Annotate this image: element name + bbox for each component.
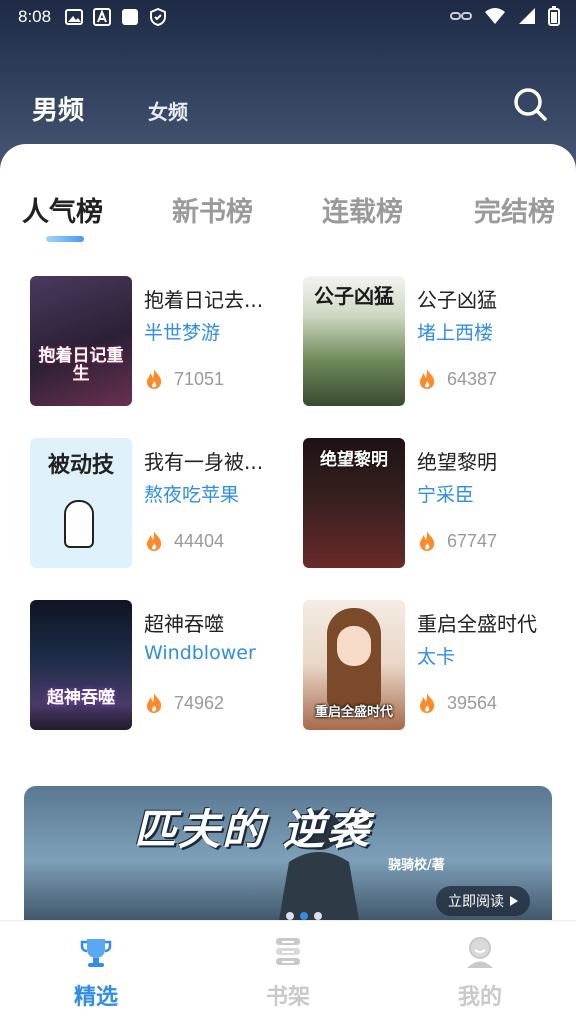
- tab-female[interactable]: 女频: [148, 96, 188, 125]
- heat-count: 71051: [174, 368, 225, 389]
- heat-count: 44404: [174, 530, 225, 551]
- book-author[interactable]: 堵上西楼: [417, 318, 567, 345]
- book-author[interactable]: 熬夜吃苹果: [144, 480, 294, 507]
- carousel-dot[interactable]: [286, 912, 294, 920]
- nav-profile[interactable]: 我的: [440, 935, 520, 1011]
- tab-finished[interactable]: 完结榜: [474, 190, 555, 229]
- book-title: 我有一身被...: [144, 450, 264, 474]
- status-right-group: [450, 6, 560, 26]
- book-author[interactable]: 太卡: [417, 642, 567, 669]
- book-cover[interactable]: 超神吞噬: [30, 600, 132, 730]
- heat-count: 67747: [447, 530, 498, 551]
- read-now-label: 立即阅读: [448, 894, 504, 910]
- book-card[interactable]: 抱着日记重生 抱着日记去... 半世梦游 71051: [30, 274, 300, 406]
- trophy-icon: [80, 939, 112, 967]
- carousel-dot[interactable]: [314, 912, 322, 920]
- book-heat: 71051: [144, 368, 224, 390]
- cover-illustration: [64, 500, 94, 548]
- wifi-icon: [485, 8, 505, 24]
- tab-serial[interactable]: 连载榜: [322, 190, 403, 229]
- tab-popular[interactable]: 人气榜: [22, 190, 103, 229]
- book-author[interactable]: 半世梦游: [144, 318, 294, 345]
- signal-icon: [519, 8, 535, 24]
- fire-icon: [420, 693, 435, 713]
- gallery-icon: [65, 9, 84, 25]
- book-heat: 39564: [417, 692, 497, 714]
- bookshelf-icon: [276, 938, 300, 965]
- fire-icon: [147, 693, 162, 713]
- book-cover[interactable]: 重启全盛时代: [303, 600, 405, 730]
- book-title: 抱着日记去...: [144, 288, 264, 312]
- link-icon: [450, 12, 472, 20]
- book-title: 重启全盛时代: [417, 612, 537, 636]
- book-author[interactable]: 宁采臣: [417, 480, 567, 507]
- nav-bookshelf[interactable]: 书架: [248, 935, 328, 1011]
- fire-icon: [420, 369, 435, 389]
- book-title: 公子凶猛: [417, 288, 497, 312]
- search-icon[interactable]: [512, 86, 548, 122]
- font-icon: [93, 8, 112, 26]
- heat-count: 64387: [447, 368, 498, 389]
- book-author[interactable]: Windblower: [144, 642, 294, 664]
- bottom-nav: 精选 书架 我的: [0, 920, 576, 1024]
- book-heat: 74962: [144, 692, 224, 714]
- cover-illustration-face: [337, 626, 371, 666]
- book-cover[interactable]: 公子凶猛: [303, 276, 405, 406]
- read-now-button[interactable]: 立即阅读: [436, 886, 530, 916]
- tab-indicator: [46, 236, 84, 242]
- book-cover[interactable]: 绝望黎明: [303, 438, 405, 568]
- profile-icon: [467, 937, 493, 968]
- cover-title: 超神吞噬: [47, 688, 115, 709]
- book-card[interactable]: 被动技 我有一身被... 熬夜吃苹果 44404: [30, 436, 300, 568]
- battery-icon: [548, 6, 560, 26]
- cover-title: 抱着日记重生: [38, 346, 124, 385]
- nav-featured-label: 精选: [73, 985, 118, 1010]
- book-cover[interactable]: 被动技: [30, 438, 132, 568]
- nav-bookshelf-label: 书架: [265, 985, 310, 1010]
- book-heat: 44404: [144, 530, 224, 552]
- banner-author: 骁骑校/著: [388, 858, 445, 873]
- book-title: 绝望黎明: [417, 450, 497, 474]
- status-time: 8:08: [18, 7, 52, 26]
- book-card[interactable]: 重启全盛时代 重启全盛时代 太卡 39564: [303, 598, 573, 730]
- status-bar: 8:08: [0, 0, 576, 34]
- book-heat: 64387: [417, 368, 497, 390]
- heat-count: 74962: [174, 692, 225, 713]
- cover-title: 重启全盛时代: [314, 705, 393, 721]
- tab-new[interactable]: 新书榜: [172, 190, 253, 229]
- book-title: 超神吞噬: [144, 612, 224, 636]
- book-card[interactable]: 绝望黎明 绝望黎明 宁采臣 67747: [303, 436, 573, 568]
- fire-icon: [147, 531, 162, 551]
- shield-icon: [150, 8, 167, 26]
- book-card[interactable]: 超神吞噬 超神吞噬 Windblower 74962: [30, 598, 300, 730]
- content-sheet: 人气榜 新书榜 连载榜 完结榜 抱着日记重生 抱着日记去... 半世梦游 710…: [0, 144, 576, 1024]
- book-heat: 67747: [417, 530, 497, 552]
- carousel-dot-active[interactable]: [300, 912, 308, 920]
- cover-title: 绝望黎明: [320, 450, 388, 470]
- tab-male[interactable]: 男频: [32, 90, 84, 127]
- heat-count: 39564: [447, 692, 498, 713]
- fire-icon: [147, 369, 162, 389]
- play-arrow-icon: [510, 896, 518, 906]
- book-cover[interactable]: 抱着日记重生: [30, 276, 132, 406]
- app-icon: [122, 9, 139, 25]
- rank-tabs: 人气榜 新书榜 连载榜 完结榜: [0, 190, 576, 250]
- nav-profile-label: 我的: [457, 985, 502, 1010]
- gender-tabs: 男频 女频: [0, 84, 576, 128]
- carousel-dots: [286, 912, 322, 920]
- book-card[interactable]: 公子凶猛 公子凶猛 堵上西楼 64387: [303, 274, 573, 406]
- cover-title: 被动技: [47, 453, 114, 478]
- promo-banner[interactable]: 匹夫的 逆袭 骁骑校/著 立即阅读: [24, 786, 552, 920]
- nav-featured[interactable]: 精选: [56, 935, 136, 1011]
- banner-title: 匹夫的 逆袭: [134, 805, 371, 854]
- cover-title: 公子凶猛: [314, 284, 394, 308]
- fire-icon: [420, 531, 435, 551]
